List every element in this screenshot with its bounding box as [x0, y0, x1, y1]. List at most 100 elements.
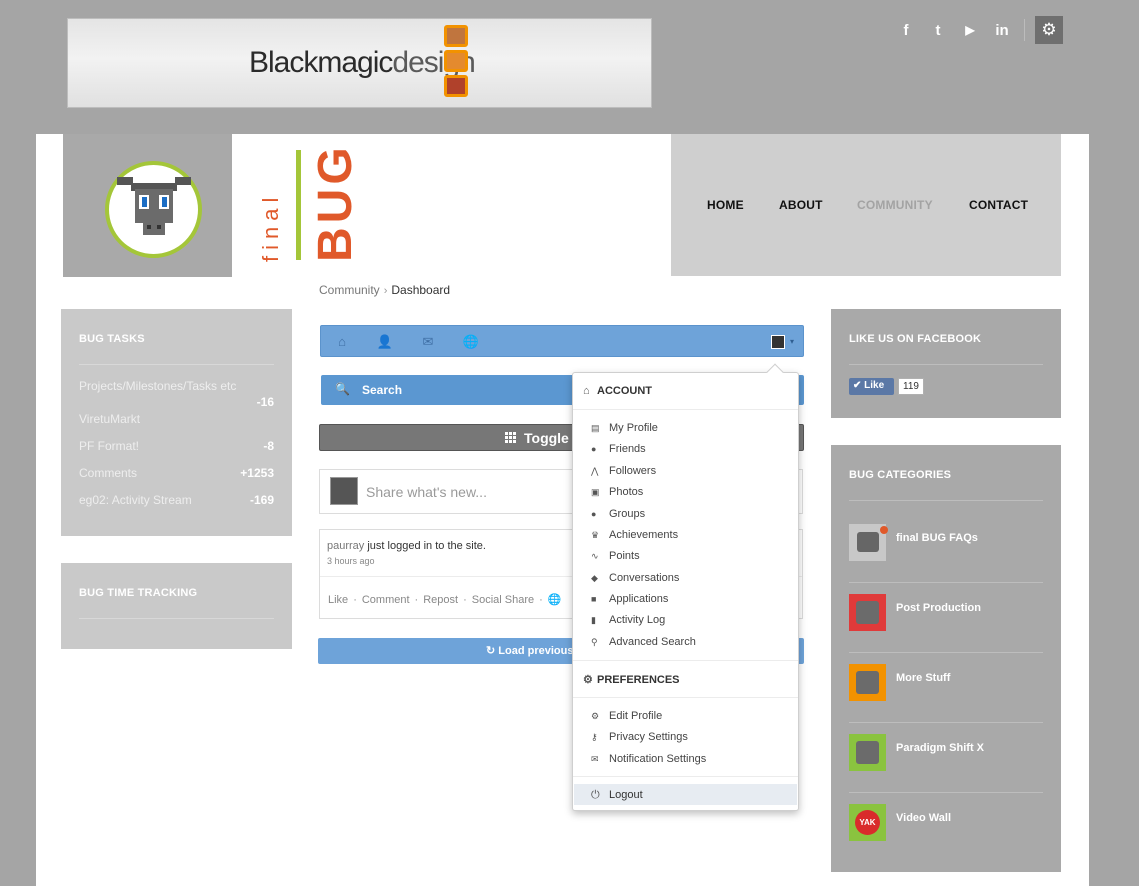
- nav-contact[interactable]: CONTACT: [969, 198, 1028, 212]
- photo-icon: ▣: [591, 487, 600, 497]
- share-input[interactable]: Share what's new...: [366, 484, 487, 500]
- menu-logout[interactable]: ⏻ Logout: [574, 784, 797, 805]
- task-row[interactable]: Projects/Milestones/Tasks etc -16: [79, 379, 274, 409]
- bug-categories-panel: BUG CATEGORIES final BUG FAQs Post Produ…: [831, 445, 1061, 872]
- panel-title: BUG TIME TRACKING: [79, 587, 198, 599]
- social-divider: [1024, 19, 1025, 41]
- menu-photos[interactable]: ▣ Photos: [591, 486, 643, 498]
- facebook-icon[interactable]: f: [890, 18, 922, 42]
- banner-brand: Blackmagicdesign: [249, 46, 476, 79]
- menu-achievements[interactable]: ♛ Achievements: [591, 529, 678, 541]
- user-link[interactable]: paurray: [327, 540, 364, 552]
- home-icon: ⌂: [583, 385, 590, 397]
- task-row[interactable]: PF Format! -8: [79, 439, 274, 453]
- globe-icon[interactable]: 🌐: [462, 333, 480, 351]
- category-item[interactable]: More Stuff: [849, 664, 1043, 734]
- globe-icon[interactable]: 🌐: [548, 594, 562, 606]
- search-icon: ⚲: [591, 637, 598, 647]
- divider: [849, 792, 1043, 793]
- category-item[interactable]: final BUG FAQs: [849, 524, 1043, 594]
- timestamp: 3 hours ago: [327, 556, 375, 566]
- home-icon[interactable]: ⌂: [333, 333, 351, 351]
- linkedin-icon[interactable]: in: [986, 18, 1018, 42]
- youtube-icon[interactable]: ▶: [954, 18, 986, 42]
- power-icon: ⏻: [591, 789, 600, 801]
- menu-my-profile[interactable]: ▤ My Profile: [591, 422, 658, 434]
- like-link[interactable]: Like: [328, 594, 348, 606]
- search-label: Search: [362, 383, 403, 397]
- facebook-like-button[interactable]: ✔ Like: [849, 378, 894, 395]
- social-share-link[interactable]: Social Share: [472, 594, 534, 606]
- panel-title: LIKE US ON FACEBOOK: [849, 333, 982, 345]
- community-toolbar: ⌂ 👤 ✉ 🌐 ▾: [320, 325, 804, 357]
- twitter-icon[interactable]: t: [922, 18, 954, 42]
- task-row[interactable]: Comments +1253: [79, 466, 274, 480]
- cube-icon: ■: [591, 594, 597, 604]
- wordmark-bug: BUG: [309, 143, 362, 262]
- account-header: ⌂ ACCOUNT: [583, 385, 652, 397]
- category-item[interactable]: YAK Video Wall: [849, 804, 1043, 874]
- chevron-right-icon: ›: [383, 285, 388, 297]
- menu-notification-settings[interactable]: ✉ Notification Settings: [591, 753, 706, 765]
- breadcrumb: Community › Dashboard: [319, 283, 450, 297]
- gear-icon: ⚙: [583, 674, 593, 686]
- category-thumbnail: [849, 524, 888, 561]
- nav-home[interactable]: HOME: [707, 198, 744, 212]
- blackmagic-banner[interactable]: Blackmagicdesign: [67, 18, 652, 108]
- bull-mascot-icon: [105, 161, 202, 258]
- search-icon: 🔍: [335, 382, 350, 396]
- chevron-down-icon[interactable]: ▾: [790, 337, 794, 346]
- group-icon: ●: [591, 509, 597, 519]
- avatar: [330, 477, 358, 505]
- mail-icon[interactable]: ✉: [419, 333, 437, 351]
- menu-followers[interactable]: ⋀ Followers: [591, 465, 656, 477]
- menu-privacy-settings[interactable]: ⚷ Privacy Settings: [591, 731, 688, 743]
- task-row[interactable]: eg02: Activity Stream -169: [79, 493, 274, 507]
- comment-link[interactable]: Comment: [362, 594, 410, 606]
- bug-tasks-panel: BUG TASKS Projects/Milestones/Tasks etc -…: [61, 309, 292, 536]
- menu-points[interactable]: ∿ Points: [591, 550, 640, 562]
- menu-groups[interactable]: ● Groups: [591, 508, 645, 520]
- gear-icon[interactable]: ⚙: [1035, 16, 1063, 44]
- breadcrumb-community[interactable]: Community: [319, 283, 380, 297]
- category-name: Video Wall: [896, 812, 952, 824]
- divider: [849, 500, 1043, 501]
- yak-logo: YAK: [855, 810, 880, 835]
- menu-advanced-search[interactable]: ⚲ Advanced Search: [591, 636, 696, 648]
- activity-message: paurray just logged in to the site.: [327, 540, 486, 552]
- chat-icon: ◆: [591, 573, 598, 583]
- panel-title: BUG CATEGORIES: [849, 469, 952, 481]
- divider: [573, 776, 798, 777]
- category-name: More Stuff: [896, 672, 951, 684]
- menu-edit-profile[interactable]: ⚙ Edit Profile: [591, 710, 662, 722]
- menu-friends[interactable]: ● Friends: [591, 443, 646, 455]
- final-bug-wordmark[interactable]: final BUG: [258, 143, 362, 262]
- activity-actions: Like · Comment · Repost · Social Share · 🌐: [328, 594, 562, 606]
- category-thumbnail: YAK: [849, 804, 886, 841]
- menu-conversations[interactable]: ◆ Conversations: [591, 572, 679, 584]
- user-icon: ●: [591, 444, 597, 454]
- envelope-icon: ✉: [591, 754, 599, 764]
- category-item[interactable]: Post Production: [849, 594, 1043, 664]
- task-row[interactable]: ViretuMarkt: [79, 412, 274, 426]
- divider: [573, 409, 798, 410]
- divider: [79, 618, 274, 619]
- divider: [573, 697, 798, 698]
- toggle-label: Toggle: [524, 430, 569, 446]
- network-icon: ⋀: [591, 466, 599, 476]
- breadcrumb-current: Dashboard: [391, 283, 451, 297]
- category-item[interactable]: Paradigm Shift X: [849, 734, 1043, 804]
- bug-time-tracking-panel: BUG TIME TRACKING: [61, 563, 292, 649]
- user-avatar[interactable]: [771, 335, 785, 349]
- repost-link[interactable]: Repost: [423, 594, 458, 606]
- friends-icon[interactable]: 👤: [376, 333, 394, 351]
- menu-activity-log[interactable]: ▮ Activity Log: [591, 614, 665, 626]
- menu-applications[interactable]: ■ Applications: [591, 593, 668, 605]
- nav-community[interactable]: COMMUNITY: [857, 198, 933, 212]
- category-name: final BUG FAQs: [896, 532, 978, 544]
- nav-about[interactable]: ABOUT: [779, 198, 823, 212]
- site-logo[interactable]: [63, 134, 232, 277]
- panel-title: BUG TASKS: [79, 333, 145, 345]
- blackmagic-logo-icon: [444, 25, 470, 100]
- account-dropdown: ⌂ ACCOUNT ▤ My Profile ● Friends ⋀ Followers…: [572, 363, 799, 811]
